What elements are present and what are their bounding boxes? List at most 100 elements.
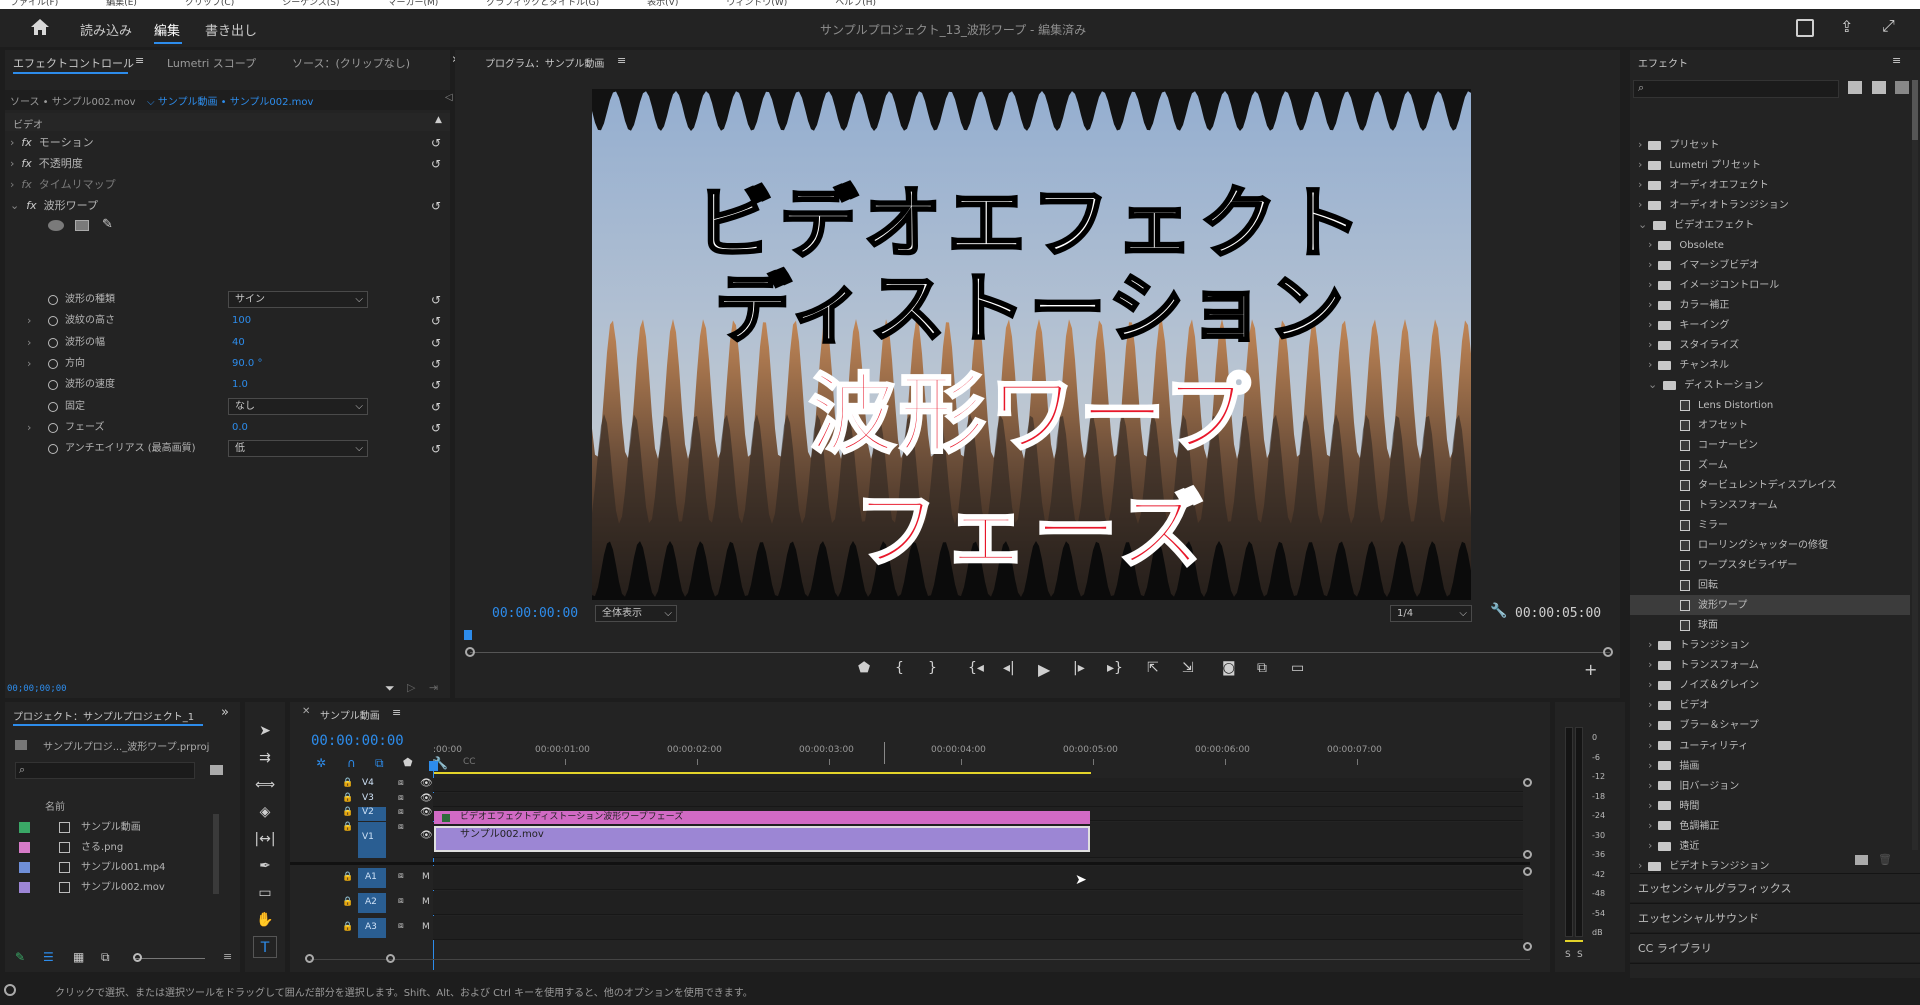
effect-motion[interactable]: › fx モーション ↺ [10,133,450,153]
program-scrub-bar[interactable] [470,652,1610,653]
effect-folder[interactable]: ⌄ ビデオエフェクト [1630,215,1910,235]
expand-chevron-icon[interactable]: › [1648,779,1652,792]
solo-right-button[interactable]: S [1577,950,1583,960]
effect-item[interactable]: オフセット [1630,415,1910,435]
param-select[interactable]: サイン ⌵ [228,291,368,308]
mute-button[interactable]: M [422,872,430,882]
tab-edit[interactable]: 編集 [154,20,180,39]
expand-chevron-icon[interactable]: › [10,136,14,149]
effect-folder[interactable]: › 色調補正 [1630,816,1910,836]
expand-chevron-icon[interactable]: › [1648,338,1652,351]
accelerated-effects-icon[interactable] [1848,81,1862,94]
essential-graphics-section[interactable]: エッセンシャルグラフィックス [1630,873,1920,902]
share-icon[interactable]: ⇪ [1840,17,1853,36]
expand-chevron-icon[interactable]: › [1648,658,1652,671]
expand-chevron-icon[interactable]: › [1648,258,1652,271]
effect-wave-warp[interactable]: ⌄ fx 波形ワープ ↺ [10,196,450,216]
reset-icon[interactable]: ↺ [431,418,441,438]
effect-folder[interactable]: › オーディオトランジション [1630,195,1910,215]
effect-folder[interactable]: › トランジション [1630,635,1910,655]
video-scroll-handle-bottom[interactable] [1523,850,1532,859]
title-clip[interactable]: ビデオエフェクトディストーション波形ワープフェーズ [434,811,1090,824]
effect-item[interactable]: 球面 [1630,615,1910,635]
collapse-chevron-icon[interactable]: ⌄ [1638,218,1647,231]
stopwatch-icon[interactable] [48,337,58,348]
sequence-clip-dropdown[interactable]: ⌵ サンプル動画 • サンプル002.mov [147,93,313,108]
stopwatch-icon[interactable] [48,380,58,391]
settings-wrench-icon[interactable]: 🔧 [1490,603,1507,619]
solo-left-button[interactable]: S [1565,950,1571,960]
project-item[interactable]: サンプル001.mp4 [13,858,208,877]
essential-sound-section[interactable]: エッセンシャルサウンド [1630,903,1920,932]
collapse-chevron-icon[interactable]: ⌄ [1648,378,1657,391]
menu-file[interactable]: ファイル(F) [10,0,58,8]
expand-chevron-icon[interactable]: › [1648,298,1652,311]
expand-chevron-icon[interactable]: › [10,178,14,191]
menu-graphics[interactable]: グラフィックとタイトル(G) [486,0,599,8]
menu-marker[interactable]: マーカー(M) [388,0,439,8]
effect-item[interactable]: ミラー [1630,515,1910,535]
effect-folder[interactable]: › 描画 [1630,756,1910,776]
expand-chevron-icon[interactable]: › [1648,678,1652,691]
sync-lock-icon[interactable]: ⧈ [398,921,404,931]
effect-folder[interactable]: › 旧バージョン [1630,776,1910,796]
expand-chevron-icon[interactable]: › [1638,158,1642,171]
timeline-timecode[interactable]: 00:00:00:00 [311,733,404,749]
expand-chevron-icon[interactable]: › [1638,138,1642,151]
effect-folder[interactable]: › 時間 [1630,796,1910,816]
snap-icon[interactable]: ∩ [347,756,356,770]
reset-icon[interactable]: ↺ [431,439,441,459]
param-value[interactable]: 40 [232,333,245,353]
expand-chevron-icon[interactable]: › [1648,318,1652,331]
cc-libraries-section[interactable]: CC ライブラリ [1630,933,1920,962]
new-bin-icon[interactable] [210,765,223,775]
list-view-icon[interactable]: ☰ [43,950,54,964]
mute-button[interactable]: M [422,897,430,907]
linked-selection-icon[interactable]: ⧉ [375,756,384,771]
panel-menu-icon[interactable]: ≡ [392,706,401,719]
stopwatch-icon[interactable] [48,401,58,412]
vr-view-icon[interactable]: ▭ [1291,660,1304,676]
tab-lumetri-scopes[interactable]: Lumetri スコープ [167,55,256,71]
32bit-effects-icon[interactable] [1872,81,1886,94]
sync-lock-icon[interactable]: ⧈ [398,822,404,832]
project-search-input[interactable]: ⌕ [15,762,195,779]
playhead-marker-icon[interactable] [464,630,472,640]
menu-sequence[interactable]: シーケンス(S) [282,0,339,8]
effect-item[interactable]: 回転 [1630,575,1910,595]
close-tab-icon[interactable]: ✕ [302,706,310,717]
collapse-icon[interactable]: ◁ [445,92,453,103]
mute-button[interactable]: M [422,922,430,932]
effect-folder[interactable]: › トランスフォーム [1630,655,1910,675]
effect-item[interactable]: Lens Distortion [1630,395,1910,415]
go-to-out-icon[interactable]: ▸} [1107,660,1123,676]
tab-import[interactable]: 読み込み [80,20,132,39]
ellipse-mask-icon[interactable] [48,220,64,231]
expand-chevron-icon[interactable]: › [10,157,14,170]
tab-source[interactable]: ソース：(クリップなし) [292,55,410,71]
effects-scrollbar[interactable] [1912,80,1918,850]
expand-chevron-icon[interactable]: › [1648,799,1652,812]
param-value[interactable]: 1.0 [232,375,248,395]
yuv-effects-icon[interactable] [1895,81,1909,94]
effect-item[interactable]: タービュレントディスプレイス [1630,475,1910,495]
captions-icon[interactable]: CC [463,757,476,767]
icon-view-icon[interactable]: ▦ [73,950,84,964]
sync-lock-icon[interactable]: ⧈ [398,871,404,881]
expand-chevron-icon[interactable]: › [1648,698,1652,711]
video-clip[interactable]: サンプル002.mov [434,826,1090,852]
name-column-header[interactable]: 名前 [45,798,65,813]
hand-tool-icon[interactable]: ✋ [253,909,277,931]
write-on-icon[interactable]: ✎ [15,950,25,964]
effect-folder[interactable]: › Obsolete [1630,235,1910,255]
step-back-icon[interactable]: ◂| [1003,660,1015,676]
effect-folder[interactable]: › ユーティリティ [1630,736,1910,756]
zoom-slider-handle[interactable] [133,953,142,962]
video-scroll-handle[interactable] [1523,778,1532,787]
fit-select[interactable]: 全体表示 ⌵ [595,605,677,622]
project-item[interactable]: サンプル002.mov [13,878,208,897]
tab-effect-controls[interactable]: エフェクトコントロール [13,55,134,71]
expand-chevron-icon[interactable]: › [1648,358,1652,371]
add-marker-icon[interactable]: ⬟ [403,756,413,769]
track-name[interactable]: V1 [362,832,374,842]
